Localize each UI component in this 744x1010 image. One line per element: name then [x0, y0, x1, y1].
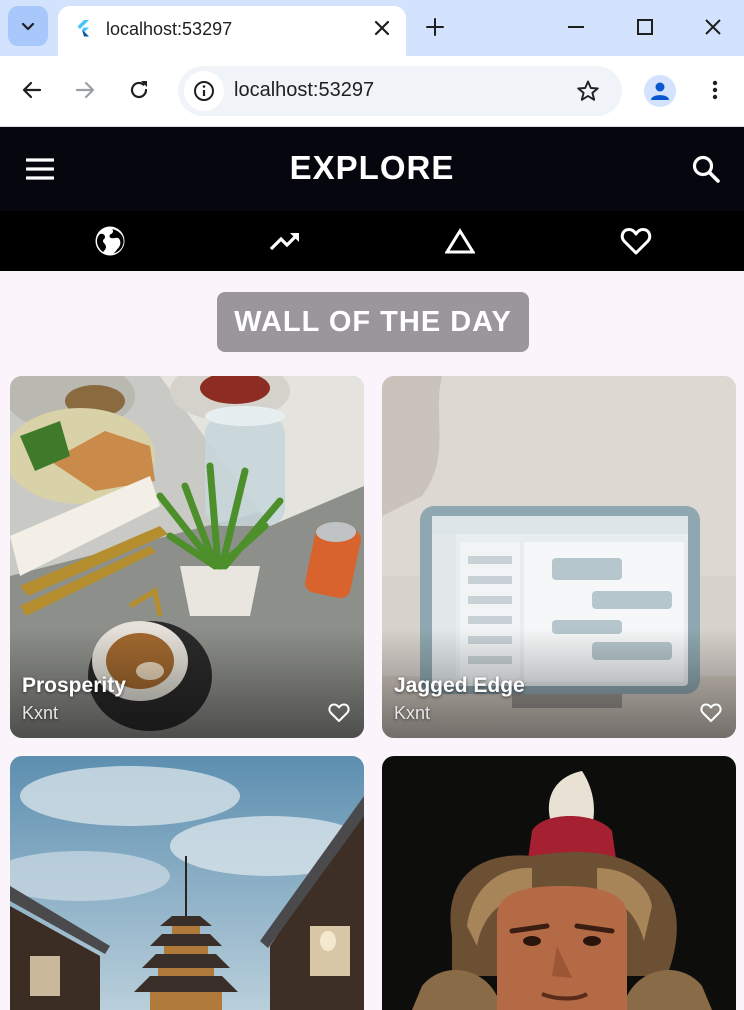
wallpaper-card[interactable]: Jagged Edge Kxnt	[382, 376, 736, 738]
heart-icon	[620, 227, 652, 255]
site-info-button[interactable]	[184, 71, 224, 111]
close-icon[interactable]	[372, 18, 392, 38]
wallpaper-title: Prosperity	[22, 674, 126, 697]
profile-icon	[651, 82, 669, 100]
more-vert-icon[interactable]	[703, 78, 727, 102]
wall-of-the-day-chip[interactable]: WALL OF THE DAY	[217, 292, 529, 352]
forward-arrow-icon[interactable]	[73, 78, 97, 102]
trending-up-icon	[269, 232, 300, 251]
heart-outline-icon[interactable]	[700, 702, 722, 724]
wallpaper-image	[10, 756, 364, 1010]
wallpaper-image	[382, 756, 736, 1010]
app-bar: EXPLORE	[0, 127, 744, 211]
wallpaper-card[interactable]	[10, 756, 364, 1010]
category-tab-bar	[0, 211, 744, 271]
wallpaper-author: Kxnt	[22, 703, 59, 723]
triangle-icon	[445, 228, 475, 254]
new-tab-plus-icon[interactable]	[424, 16, 446, 38]
tab-trending[interactable]	[192, 211, 378, 271]
wallpaper-title: Jagged Edge	[394, 674, 525, 697]
info-icon	[194, 81, 214, 101]
maximize-icon[interactable]	[634, 16, 656, 38]
flutter-favicon-icon	[77, 20, 89, 37]
tab-title: localhost:53297	[106, 19, 233, 39]
globe-icon	[95, 226, 125, 256]
url-text[interactable]: localhost:53297	[234, 79, 374, 102]
search-icon[interactable]	[691, 154, 721, 184]
wallpaper-author: Kxnt	[394, 703, 431, 723]
browser-toolbar: localhost:53297	[0, 56, 744, 127]
back-arrow-icon[interactable]	[20, 78, 44, 102]
close-window-icon[interactable]	[702, 16, 724, 38]
minimize-icon[interactable]	[565, 16, 587, 38]
wallpaper-card[interactable]: Prosperity Kxnt	[10, 376, 364, 738]
browser-tab[interactable]: localhost:53297	[58, 6, 406, 56]
tab-explore[interactable]	[17, 211, 203, 271]
star-icon[interactable]	[576, 79, 600, 103]
tab-search-button[interactable]	[8, 6, 48, 46]
profile-button[interactable]	[644, 75, 676, 107]
chevron-down-icon	[21, 22, 35, 31]
page-title: EXPLORE	[289, 149, 455, 186]
tab-prism[interactable]	[367, 211, 553, 271]
wallpaper-card[interactable]	[382, 756, 736, 1010]
heart-outline-icon[interactable]	[328, 702, 350, 724]
browser-tab-strip: localhost:53297	[0, 0, 744, 56]
reload-icon[interactable]	[127, 78, 151, 102]
address-bar[interactable]: localhost:53297	[178, 66, 622, 116]
tab-favourites[interactable]	[543, 211, 729, 271]
